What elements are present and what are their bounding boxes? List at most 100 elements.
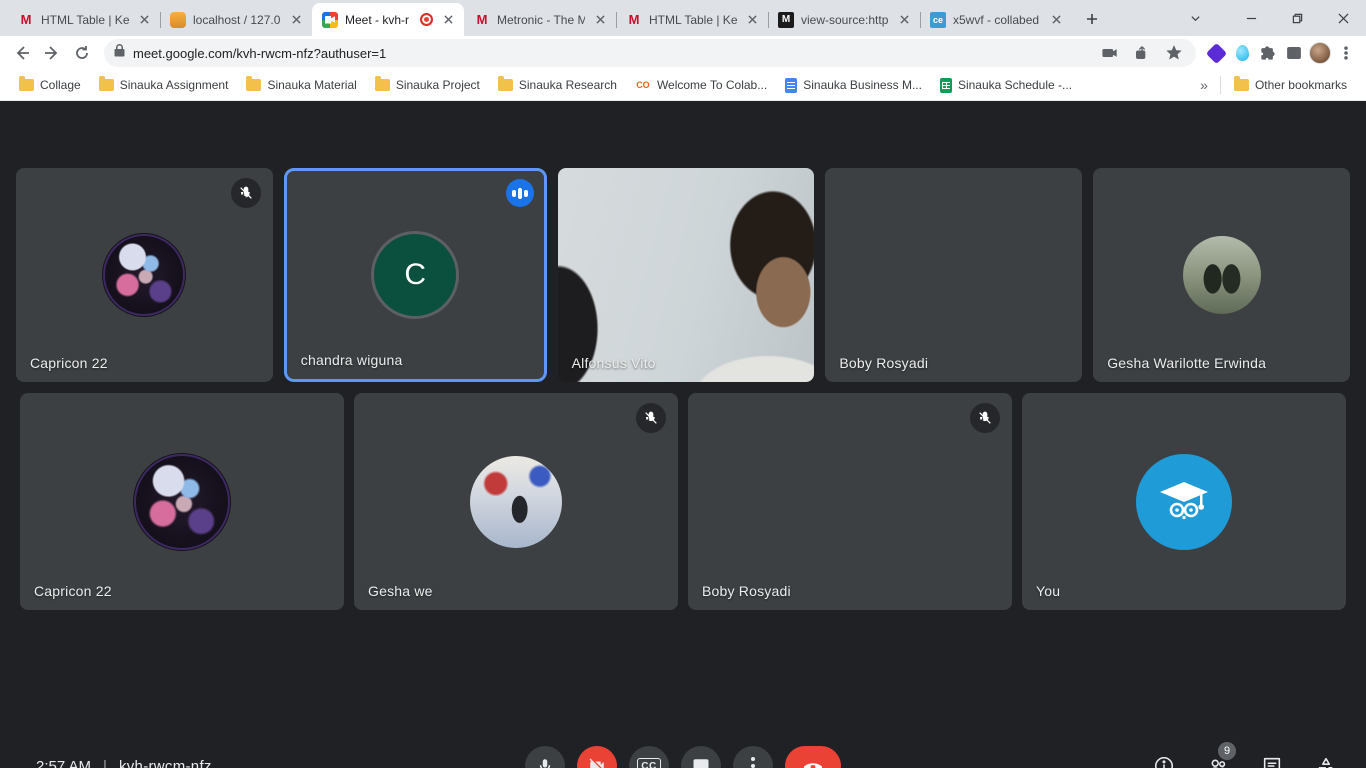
- gesha-we-avatar: [470, 456, 562, 548]
- bookmark-sinauka-business[interactable]: Sinauka Business M...: [776, 73, 931, 97]
- folder-icon: [99, 79, 114, 91]
- leave-call-button[interactable]: [785, 746, 841, 768]
- share-icon[interactable]: [1130, 41, 1154, 65]
- divider: |: [103, 758, 107, 768]
- tab-html-table-1[interactable]: M HTML Table | Kee: [8, 3, 160, 36]
- tab-view-source[interactable]: M view-source:http: [768, 3, 920, 36]
- co-favicon: CO: [635, 77, 651, 93]
- mic-muted-icon: [231, 178, 261, 208]
- camera-in-use-icon[interactable]: [1098, 41, 1122, 65]
- collabedit-favicon: ce: [930, 12, 946, 28]
- participant-tile-capricon22-2[interactable]: Capricon 22: [20, 393, 344, 610]
- tab-divider: [768, 12, 769, 28]
- participant-tile-chandra-speaking[interactable]: C chandra wiguna: [284, 168, 547, 382]
- docs-icon: [785, 78, 797, 93]
- participant-name: You: [1036, 583, 1060, 599]
- gesha-warilotte-avatar: [1183, 236, 1261, 314]
- participant-name: Capricon 22: [30, 355, 108, 371]
- folder-icon: [246, 79, 261, 91]
- lock-icon[interactable]: [114, 44, 125, 62]
- bookmark-sinauka-material[interactable]: Sinauka Material: [237, 73, 365, 97]
- close-icon[interactable]: [592, 12, 608, 28]
- bookmark-sinauka-assignment[interactable]: Sinauka Assignment: [90, 73, 238, 97]
- sheets-icon: [940, 78, 952, 93]
- participants-button[interactable]: 9: [1198, 746, 1238, 768]
- metronic-favicon: M: [474, 12, 490, 28]
- window-restore-button[interactable]: [1274, 0, 1320, 36]
- tab-meet-active[interactable]: Meet - kvh-r: [312, 3, 464, 36]
- participant-tile-boby-1[interactable]: Boby Rosyadi: [825, 168, 1082, 382]
- chat-button[interactable]: [1252, 746, 1292, 768]
- bookmarks-overflow-chevron[interactable]: »: [1192, 77, 1216, 93]
- url-text[interactable]: meet.google.com/kvh-rwcm-nfz?authuser=1: [133, 46, 1090, 61]
- meeting-code: kvh-rwcm-nfz: [119, 758, 212, 768]
- bookmark-collage[interactable]: Collage: [10, 73, 90, 97]
- metronic-favicon: M: [626, 12, 642, 28]
- tab-collabedit[interactable]: ce x5wvf - collabed: [920, 3, 1072, 36]
- tab-title: x5wvf - collabed: [953, 13, 1041, 27]
- capricon22-avatar: [134, 454, 230, 550]
- window-close-button[interactable]: [1320, 0, 1366, 36]
- participant-tile-gesha-warilotte[interactable]: Gesha Warilotte Erwinda: [1093, 168, 1350, 382]
- participant-name: Boby Rosyadi: [839, 355, 928, 371]
- meeting-details-button[interactable]: [1144, 746, 1184, 768]
- bookmark-label: Collage: [40, 78, 81, 92]
- bookmarks-bar: Collage Sinauka Assignment Sinauka Mater…: [0, 70, 1366, 101]
- tab-metronic[interactable]: M Metronic - The M: [464, 3, 616, 36]
- participant-name: Boby Rosyadi: [702, 583, 791, 599]
- bookmark-star-icon[interactable]: [1162, 41, 1186, 65]
- tab-title: Meet - kvh-r: [345, 13, 413, 27]
- bookmark-label: Sinauka Schedule -...: [958, 78, 1072, 92]
- tab-search-chevron-icon[interactable]: [1180, 0, 1210, 36]
- new-tab-button[interactable]: [1078, 5, 1106, 33]
- google-meet-favicon: [322, 12, 338, 28]
- participant-tile-capricon22[interactable]: Capricon 22: [16, 168, 273, 382]
- extensions-puzzle-icon[interactable]: [1256, 41, 1280, 65]
- participant-name: chandra wiguna: [301, 352, 403, 368]
- mic-muted-icon: [970, 403, 1000, 433]
- participant-tile-alfonsus-video[interactable]: Alfonsus Vito: [558, 168, 815, 382]
- close-icon[interactable]: [440, 12, 456, 28]
- microphone-button[interactable]: [525, 746, 565, 768]
- forward-button[interactable]: [38, 39, 66, 67]
- reload-button[interactable]: [68, 39, 96, 67]
- bookmark-sinauka-research[interactable]: Sinauka Research: [489, 73, 626, 97]
- folder-icon: [1234, 79, 1249, 91]
- address-bar[interactable]: meet.google.com/kvh-rwcm-nfz?authuser=1: [104, 39, 1196, 67]
- participant-tile-boby-2[interactable]: Boby Rosyadi: [688, 393, 1012, 610]
- metronic-favicon: M: [18, 12, 34, 28]
- bookmark-sinauka-project[interactable]: Sinauka Project: [366, 73, 489, 97]
- close-icon[interactable]: [744, 12, 760, 28]
- close-icon[interactable]: [896, 12, 912, 28]
- side-panel-icon[interactable]: [1282, 41, 1306, 65]
- close-icon[interactable]: [1048, 12, 1064, 28]
- captions-button[interactable]: CC: [629, 746, 669, 768]
- tab-html-table-2[interactable]: M HTML Table | Kee: [616, 3, 768, 36]
- bookmark-sinauka-schedule[interactable]: Sinauka Schedule -...: [931, 73, 1081, 97]
- camera-off-button[interactable]: [577, 746, 617, 768]
- close-icon[interactable]: [288, 12, 304, 28]
- sinauka-logo-avatar: [1136, 454, 1232, 550]
- more-options-button[interactable]: [733, 746, 773, 768]
- tab-divider: [616, 12, 617, 28]
- extension-drop-icon[interactable]: [1230, 41, 1254, 65]
- present-screen-button[interactable]: [681, 746, 721, 768]
- bookmarks-divider: [1220, 76, 1221, 94]
- participant-name: Alfonsus Vito: [572, 355, 656, 371]
- tab-localhost[interactable]: localhost / 127.0.: [160, 3, 312, 36]
- participant-tile-gesha-we[interactable]: Gesha we: [354, 393, 678, 610]
- extension-purple-icon[interactable]: [1204, 41, 1228, 65]
- cc-icon: CC: [637, 758, 660, 768]
- other-bookmarks-folder[interactable]: Other bookmarks: [1225, 73, 1356, 97]
- back-button[interactable]: [8, 39, 36, 67]
- participant-tile-you[interactable]: You: [1022, 393, 1346, 610]
- bookmark-welcome-colab[interactable]: COWelcome To Colab...: [626, 73, 776, 97]
- capricon22-avatar: [103, 234, 185, 316]
- chandra-avatar: C: [371, 231, 459, 319]
- chrome-menu-icon[interactable]: [1334, 41, 1358, 65]
- profile-avatar[interactable]: [1308, 41, 1332, 65]
- close-icon[interactable]: [136, 12, 152, 28]
- activities-button[interactable]: [1306, 746, 1346, 768]
- window-minimize-button[interactable]: [1228, 0, 1274, 36]
- folder-icon: [375, 79, 390, 91]
